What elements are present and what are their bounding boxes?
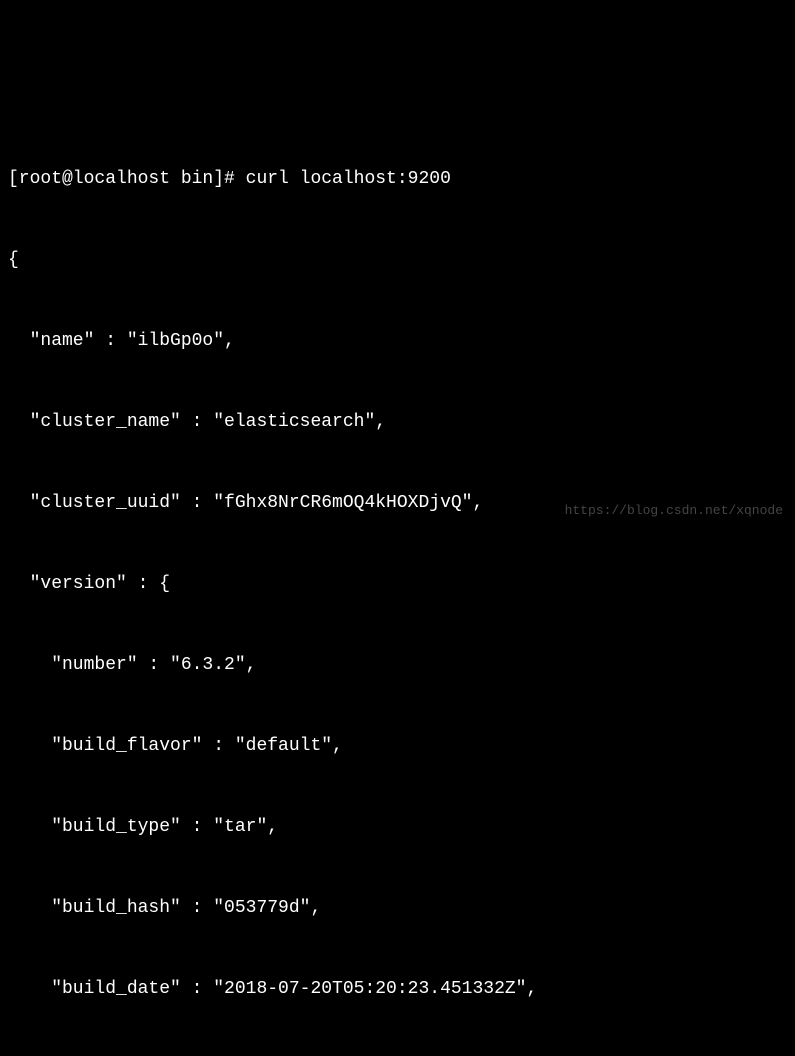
output-line: { [8, 247, 787, 274]
output-line: "build_hash" : "053779d", [8, 895, 787, 922]
output-line: "build_type" : "tar", [8, 814, 787, 841]
output-line: "build_flavor" : "default", [8, 733, 787, 760]
output-line: "number" : "6.3.2", [8, 652, 787, 679]
output-line: "version" : { [8, 571, 787, 598]
output-line: "build_date" : "2018-07-20T05:20:23.4513… [8, 976, 787, 1003]
output-line: "name" : "ilbGp0o", [8, 328, 787, 355]
watermark-text: https://blog.csdn.net/xqnode [565, 501, 783, 521]
terminal-output: [root@localhost bin]# curl localhost:920… [8, 112, 787, 1056]
command-line: [root@localhost bin]# curl localhost:920… [8, 166, 787, 193]
output-line: "cluster_name" : "elasticsearch", [8, 409, 787, 436]
